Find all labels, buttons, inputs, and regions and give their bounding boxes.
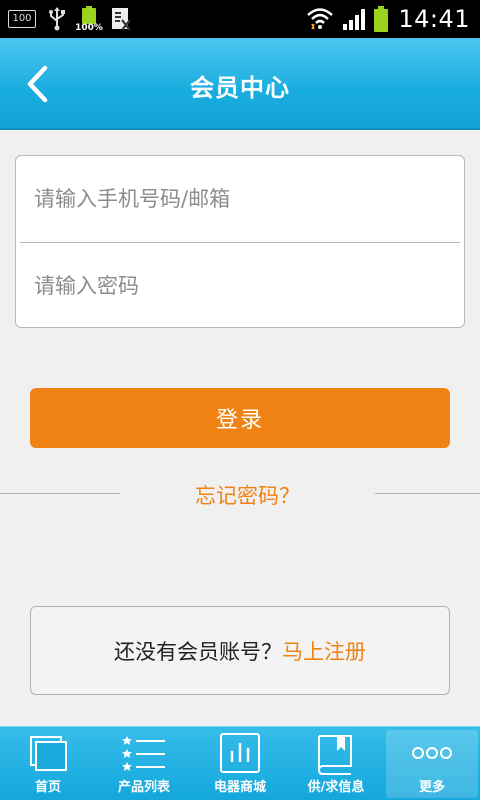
tab-appliance-mall[interactable]: 电器商城 (192, 727, 288, 800)
title-bar: 会员中心 (0, 38, 480, 130)
tab-label-supply-demand: 供/求信息 (307, 780, 365, 795)
register-box: 还没有会员账号？ 马上注册 (30, 606, 450, 695)
battery-full-icon: 100% (75, 6, 103, 33)
tab-home[interactable]: 首页 (0, 727, 96, 800)
home-icon (30, 736, 67, 771)
password-input[interactable] (16, 243, 464, 327)
book-icon (317, 735, 352, 775)
document-icon (112, 8, 131, 31)
tab-label-more: 更多 (418, 780, 445, 795)
login-form (15, 155, 465, 328)
divider-line-right (375, 493, 480, 494)
tab-label-appliance-mall: 电器商城 (213, 780, 266, 795)
battery-icon (374, 6, 389, 32)
clock-time: 14:41 (398, 5, 470, 33)
storage-icon: 100 (8, 10, 36, 28)
usb-icon (49, 7, 65, 31)
status-bar: 100 100% 14:41 (0, 0, 480, 38)
wifi-icon (307, 8, 334, 30)
page-title: 会员中心 (190, 74, 290, 102)
tab-product-list[interactable]: 产品列表 (96, 727, 192, 800)
bottom-tab-bar: 首页 产品列表 电器商城 供/求信息 更多 (0, 726, 480, 800)
battery-percent-label: 100% (75, 23, 103, 33)
tab-supply-demand[interactable]: 供/求信息 (288, 727, 384, 800)
more-icon (412, 747, 452, 759)
signal-icon (343, 9, 366, 30)
divider-line-left (0, 493, 120, 494)
forgot-password-link[interactable]: 忘记密码？ (120, 480, 375, 510)
tab-label-home: 首页 (34, 780, 61, 795)
chart-icon (220, 733, 260, 773)
list-icon (122, 736, 165, 771)
forgot-password-row: 忘记密码？ (0, 476, 480, 512)
register-link[interactable]: 马上注册 (282, 636, 366, 666)
register-prompt: 还没有会员账号？ (114, 639, 282, 664)
login-button[interactable]: 登录 (30, 388, 450, 448)
account-input[interactable] (16, 156, 464, 242)
tab-more[interactable]: 更多 (384, 727, 480, 800)
tab-label-product-list: 产品列表 (117, 780, 170, 795)
